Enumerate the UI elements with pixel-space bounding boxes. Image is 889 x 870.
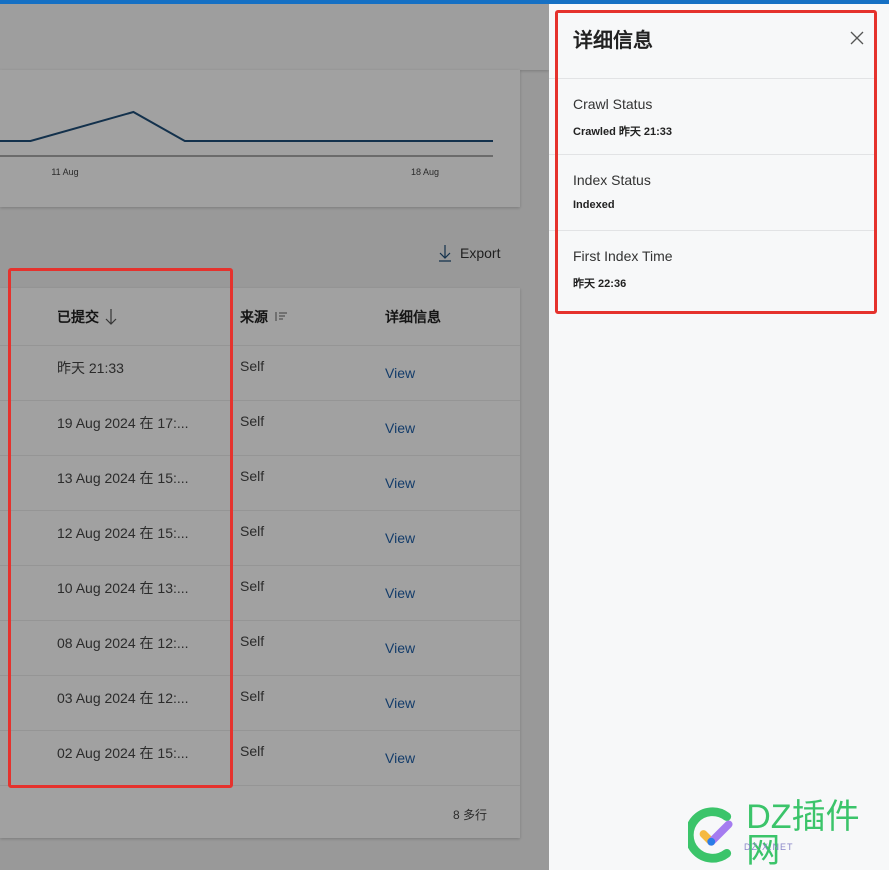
logo-icon bbox=[688, 807, 733, 863]
highlight-box-details-panel bbox=[555, 10, 877, 314]
top-accent-bar bbox=[0, 0, 889, 4]
highlight-box-submitted-column bbox=[8, 268, 233, 788]
watermark-subtext: DZ-X.NET bbox=[744, 842, 794, 852]
watermark-logo: DZ插件网 DZ-X.NET bbox=[688, 800, 889, 868]
watermark-text: DZ插件网 bbox=[746, 798, 860, 870]
